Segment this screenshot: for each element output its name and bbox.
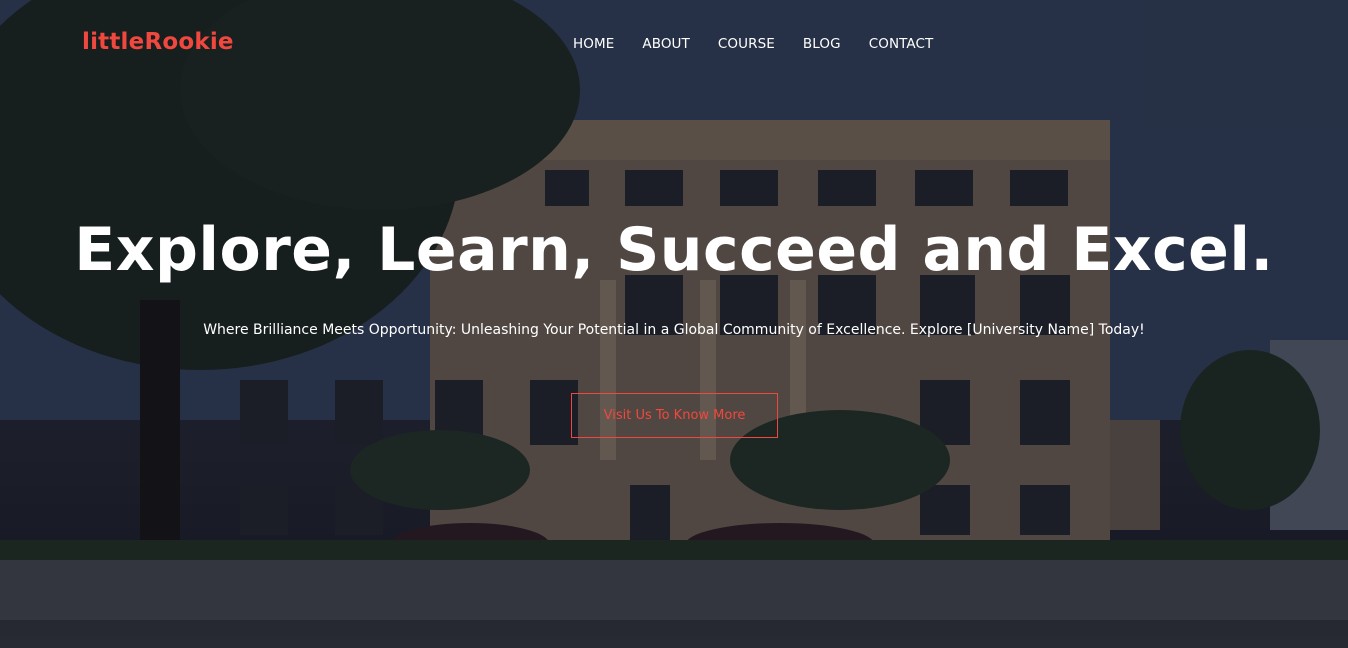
nav-item-contact[interactable]: CONTACT (869, 36, 934, 52)
hero-headline: Explore, Learn, Succeed and Excel. (74, 215, 1274, 285)
nav-item-about[interactable]: ABOUT (642, 36, 690, 52)
nav-item-home[interactable]: HOME (573, 36, 614, 52)
nav-item-course[interactable]: COURSE (718, 36, 775, 52)
visit-us-button[interactable]: Visit Us To Know More (571, 393, 778, 438)
hero-subtext: Where Brilliance Meets Opportunity: Unle… (203, 322, 1145, 338)
hero-section: littleRookie HOME ABOUT COURSE BLOG CONT… (0, 0, 1348, 648)
main-nav: HOME ABOUT COURSE BLOG CONTACT (573, 36, 933, 52)
brand-logo[interactable]: littleRookie (82, 29, 234, 55)
nav-item-blog[interactable]: BLOG (803, 36, 841, 52)
